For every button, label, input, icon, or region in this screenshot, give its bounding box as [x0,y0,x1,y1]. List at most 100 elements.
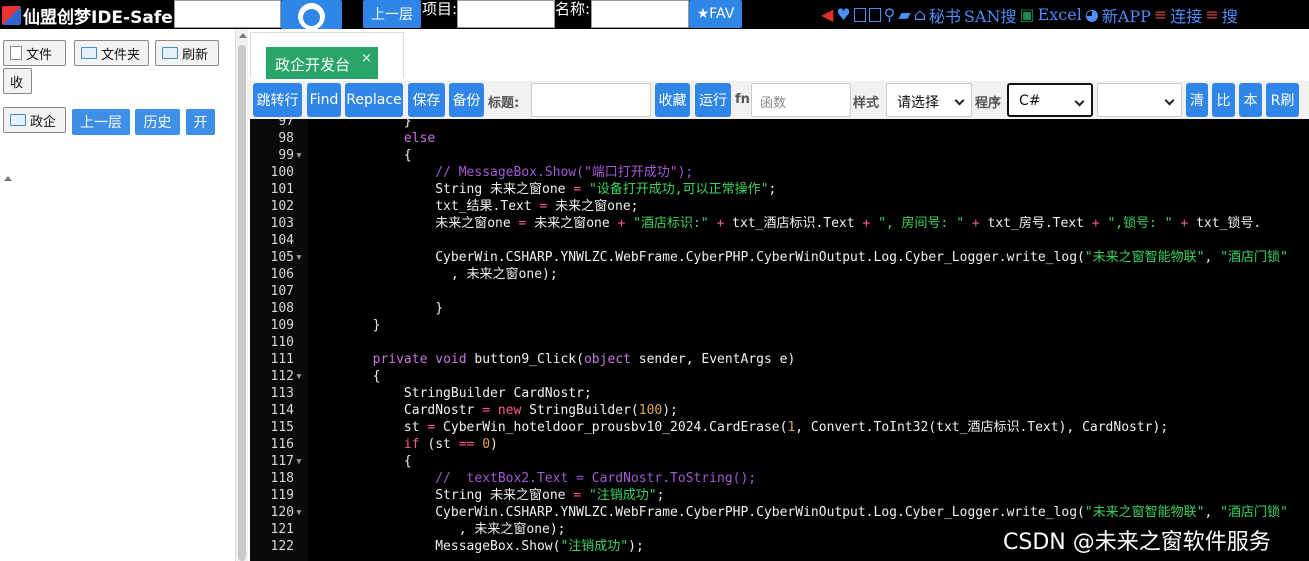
back-arrow-icon[interactable]: ◀ [821,5,833,24]
code-token: "未来之窗智能物联" [1084,505,1205,520]
replace-button[interactable]: Replace [345,83,403,117]
backup-button[interactable]: 备份 [449,83,484,117]
excel-icon: ▣ [1019,5,1035,24]
scroll-up-arrow-icon[interactable] [4,176,12,181]
code-line: 116 if (st == 0) [250,436,1309,453]
style-label: 样式 [853,96,880,111]
code-text: } [310,300,443,317]
tab-gov-dev[interactable]: 政企开发台 × [250,32,404,79]
collapse-button[interactable]: 收 [3,68,32,94]
line-number: 107 [270,284,294,299]
open-button[interactable]: 开 [186,109,215,135]
code-token: } [435,301,444,316]
code-token: , [1204,250,1221,265]
fold-arrow-icon[interactable]: ▾ [295,368,303,385]
code-token: ) [490,437,498,452]
program-select[interactable]: C# [1007,83,1093,117]
refresh-button[interactable]: 刷新 [155,40,219,66]
code-token: == [458,437,475,452]
scrollbar-thumb[interactable] [238,45,246,561]
code-token: CyberWin_hoteldoor_prousbv10_2024.CardEr… [435,420,788,435]
side-up-button[interactable]: 上一层 [72,109,130,135]
folder-icon[interactable]: ▰ [898,5,910,24]
style-select[interactable]: 请选择 [886,83,972,117]
code-token: , Convert.ToInt32(txt_酒店标识.Text), CardNo… [795,420,1169,435]
window-icon[interactable] [853,7,866,22]
name-input[interactable] [591,0,689,28]
code-token: new [497,403,522,418]
line-number: 120 [270,505,294,520]
code-token: ", 房间号: " [870,216,965,231]
search-input[interactable] [174,0,281,28]
folder-button-label: 文件夹 [101,47,141,63]
user-icon[interactable]: ⚲ [884,5,896,24]
code-line: 105 ▾ CyberWin.CSHARP.YNWLZC.WebFrame.Cyb… [250,249,1309,266]
code-token: if [403,437,420,452]
code-text: { [310,147,412,164]
folder-button[interactable]: 文件夹 [74,40,149,66]
local-button[interactable]: 本 [1239,83,1262,117]
code-line: 112 ▾ { [250,368,1309,385]
sidebar-scrollbar[interactable] [235,29,248,561]
last-link[interactable]: 搜 [1222,3,1238,27]
line-number: 104 [270,233,294,248]
code-token: MessageBox.Show( [435,539,561,554]
gov-folder-icon [10,114,26,126]
line-number: 109 [270,318,294,333]
goto-line-button[interactable]: 跳转行 [253,83,302,117]
san-search-link[interactable]: SAN搜 [964,3,1017,27]
heart-icon[interactable]: ♥ [836,5,850,24]
line-number: 100 [270,165,294,180]
function-input[interactable]: 函数 [751,83,851,117]
avatar-button[interactable] [281,0,342,29]
code-token: CyberWin.CSHARP.YNWLZC.WebFrame.CyberPHP… [435,250,1085,265]
file-button[interactable]: 文件 [3,40,66,66]
history-button[interactable]: 历史 [135,109,180,135]
chevron-down-icon [1164,95,1175,106]
code-token: 0 [482,437,491,452]
code-text: , 未来之窗one); [310,521,566,538]
collapse-button-label: 收 [10,75,24,91]
chevron-down-icon [954,95,965,106]
line-number: 112 [270,369,294,384]
save-button[interactable]: 保存 [408,83,445,117]
clear-button[interactable]: 清 [1186,83,1208,117]
panel-icon[interactable] [868,7,881,22]
code-text: MessageBox.Show("注销成功"); [310,538,644,555]
scroll-up-icon[interactable] [239,33,247,38]
excel-link[interactable]: Excel [1038,5,1082,24]
fold-arrow-icon[interactable]: ▾ [295,453,303,470]
fold-arrow-icon[interactable]: ▾ [295,504,303,521]
code-token: 未来之窗one; [547,199,639,214]
line-number: 101 [270,182,294,197]
new-app-link[interactable]: 新APP [1102,3,1151,27]
connect-link[interactable]: 连接 [1170,3,1202,27]
line-number: 99 [278,148,294,163]
tab-close-icon[interactable]: × [361,51,372,66]
secretary-link[interactable]: 秘书 [929,3,961,27]
compare-button[interactable]: 比 [1212,83,1235,117]
favorite-button[interactable]: 收藏 [655,83,690,117]
code-token: txt_结果.Text [435,199,540,214]
code-token: st [403,420,428,435]
title-input[interactable] [531,83,651,117]
code-text: CyberWin.CSHARP.YNWLZC.WebFrame.CyberPHP… [310,504,1288,521]
code-editor[interactable]: 97 } 98 else 99 ▾ {100 // MessageBox.Show("… [250,119,1309,561]
avatar-icon-inner [303,9,320,26]
run-button[interactable]: 运行 [695,83,731,117]
code-token: "注销成功" [581,488,657,503]
find-button[interactable]: Find [307,83,341,117]
app-icon: ◕ [1084,5,1099,24]
code-text: if (st == 0) [310,436,498,453]
fold-arrow-icon[interactable]: ▾ [295,147,303,164]
gov-button[interactable]: 政企 [3,107,66,133]
lock-icon[interactable]: ⌂ [914,5,926,24]
line-number: 118 [270,471,294,486]
project-input[interactable] [457,0,555,28]
extra-select[interactable] [1097,83,1182,117]
line-number: 119 [270,488,294,503]
refresh-editor-button[interactable]: R刷 [1266,83,1299,117]
fav-button[interactable]: ★FAV [689,0,742,28]
top-up-button[interactable]: 上一层 [363,0,421,28]
fold-arrow-icon[interactable]: ▾ [295,249,303,266]
